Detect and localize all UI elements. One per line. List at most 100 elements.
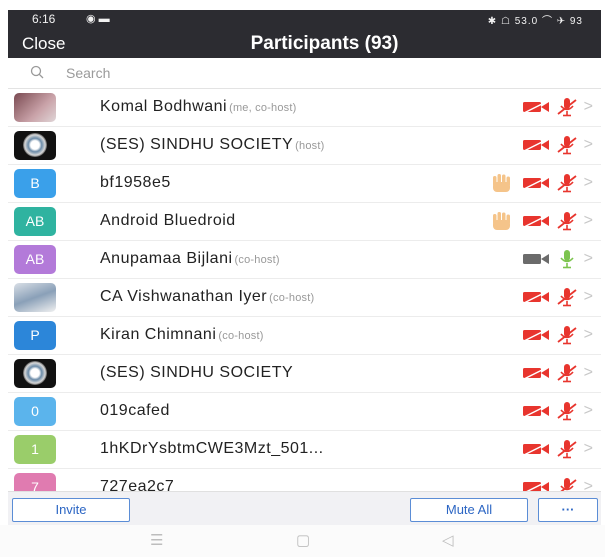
header: 6:16 ◉ ▬ ✱ ☖ 53.0 ⌒ ✈ 93 Close Participa… [8, 10, 601, 58]
more-button[interactable]: ··· [538, 498, 598, 522]
chevron-right-icon[interactable]: > [584, 174, 593, 192]
video-off-icon [522, 138, 549, 152]
avatar [14, 131, 56, 160]
page-title: Participants (93) [250, 33, 399, 54]
participant-name: Komal Bodhwani (me, co-host) [100, 98, 296, 116]
video-off-icon [522, 100, 549, 114]
participant-name: CA Vishwanathan Iyer (co-host) [100, 288, 314, 306]
system-status-icons: ✱ ☖ 53.0 ⌒ ✈ 93 [487, 16, 583, 27]
avatar: B [14, 169, 56, 198]
video-off-icon [522, 366, 549, 380]
participant-role: (co-host) [218, 330, 264, 342]
chevron-right-icon[interactable]: > [584, 402, 593, 420]
chevron-right-icon[interactable]: > [584, 98, 593, 116]
participant-row[interactable]: 0 019cafed > [8, 393, 601, 431]
participant-row[interactable]: (SES) SINDHU SOCIETY (host) > [8, 127, 601, 165]
chevron-right-icon[interactable]: > [584, 478, 593, 491]
chevron-right-icon[interactable]: > [584, 250, 593, 268]
android-nav-bar: ☰ ▢ ◁ [0, 525, 605, 557]
participant-role: (co-host) [234, 254, 280, 266]
top-strip [0, 0, 605, 10]
participant-status-icons: > [516, 287, 593, 309]
video-on-icon [522, 254, 549, 264]
participant-status-icons: > [516, 135, 593, 157]
chevron-right-icon[interactable]: > [584, 288, 593, 306]
avatar [14, 93, 56, 122]
participant-status-icons: > [516, 249, 593, 271]
participant-name: Anupamaa Bijlani (co-host) [100, 250, 280, 268]
participant-name-text: Anupamaa Bijlani [100, 250, 233, 267]
mic-off-icon [557, 288, 577, 307]
participant-name-text: CA Vishwanathan Iyer [100, 288, 268, 305]
participant-name: bf1958e5 [100, 174, 171, 192]
invite-button[interactable]: Invite [12, 498, 130, 522]
participant-name: (SES) SINDHU SOCIETY [100, 364, 293, 382]
participant-name: 1hKDrYsbtmCWE3Mzt_501... [100, 440, 324, 458]
status-bar: 6:16 ◉ ▬ ✱ ☖ 53.0 ⌒ ✈ 93 [8, 10, 601, 28]
participant-name-text: 1hKDrYsbtmCWE3Mzt_501... [100, 440, 324, 457]
participant-status-icons: > [516, 477, 593, 491]
participant-name: (SES) SINDHU SOCIETY (host) [100, 136, 324, 154]
participant-name-text: bf1958e5 [100, 174, 171, 191]
mic-off-icon [557, 174, 577, 193]
avatar: 1 [14, 435, 56, 464]
video-off-icon [522, 176, 549, 190]
participant-row[interactable]: 7 727ea2c7 > [8, 469, 601, 491]
participant-name-text: (SES) SINDHU SOCIETY [100, 364, 294, 381]
home-icon[interactable]: ▢ [296, 531, 310, 549]
participant-status-icons: > [516, 363, 593, 385]
mic-off-icon [557, 364, 577, 383]
bottom-toolbar: Invite Mute All ··· [8, 491, 601, 526]
mic-off-icon [557, 212, 577, 231]
avatar: 0 [14, 397, 56, 426]
video-off-icon [522, 328, 549, 342]
mute-all-button[interactable]: Mute All [410, 498, 528, 522]
mic-off-icon [557, 402, 577, 421]
menu-icon[interactable]: ☰ [150, 531, 163, 549]
participant-name: 019cafed [100, 402, 170, 420]
chevron-right-icon[interactable]: > [584, 212, 593, 230]
avatar: AB [14, 207, 56, 236]
avatar: AB [14, 245, 56, 274]
participant-status-icons: > [516, 325, 593, 347]
back-icon[interactable]: ◁ [442, 531, 454, 549]
participant-list[interactable]: Komal Bodhwani (me, co-host) > (SES) SINDHU… [8, 89, 601, 491]
participant-name-text: Android Bluedroid [100, 212, 236, 229]
participant-row[interactable]: Bbf1958e5 > [8, 165, 601, 203]
chevron-right-icon[interactable]: > [584, 136, 593, 154]
mic-off-icon [557, 98, 577, 117]
mic-on-icon [560, 250, 574, 269]
chevron-right-icon[interactable]: > [584, 364, 593, 382]
video-off-icon [522, 214, 549, 228]
participant-row[interactable]: CA Vishwanathan Iyer (co-host) > [8, 279, 601, 317]
participant-status-icons: > [484, 211, 593, 233]
participant-status-icons: > [516, 439, 593, 461]
participant-status-icons: > [516, 401, 593, 423]
participant-name: Android Bluedroid [100, 212, 236, 230]
participant-row[interactable]: P Kiran Chimnani (co-host) > [8, 317, 601, 355]
chevron-right-icon[interactable]: > [584, 326, 593, 344]
status-time: 6:16 [32, 12, 56, 26]
mic-off-icon [557, 326, 577, 345]
notification-icons: ◉ ▬ [86, 13, 110, 25]
mic-off-icon [557, 136, 577, 155]
participant-name: Kiran Chimnani (co-host) [100, 326, 264, 344]
participant-row[interactable]: (SES) SINDHU SOCIETY > [8, 355, 601, 393]
participant-name-text: 019cafed [100, 402, 170, 419]
participant-status-icons: > [516, 97, 593, 119]
participant-role: (co-host) [269, 292, 315, 304]
participant-row[interactable]: Komal Bodhwani (me, co-host) > [8, 89, 601, 127]
search-icon [30, 65, 44, 79]
mic-off-icon [560, 478, 577, 491]
participant-status-icons: > [484, 173, 593, 195]
avatar [14, 283, 56, 312]
avatar [14, 359, 56, 388]
search-bar[interactable]: Search [8, 58, 601, 89]
search-input[interactable]: Search [66, 65, 110, 81]
participant-row[interactable]: AB Anupamaa Bijlani (co-host) > [8, 241, 601, 279]
participant-row[interactable]: 1 1hKDrYsbtmCWE3Mzt_501... > [8, 431, 601, 469]
chevron-right-icon[interactable]: > [584, 440, 593, 458]
video-off-icon [522, 480, 549, 491]
participant-row[interactable]: AB Android Bluedroid > [8, 203, 601, 241]
avatar: P [14, 321, 56, 350]
